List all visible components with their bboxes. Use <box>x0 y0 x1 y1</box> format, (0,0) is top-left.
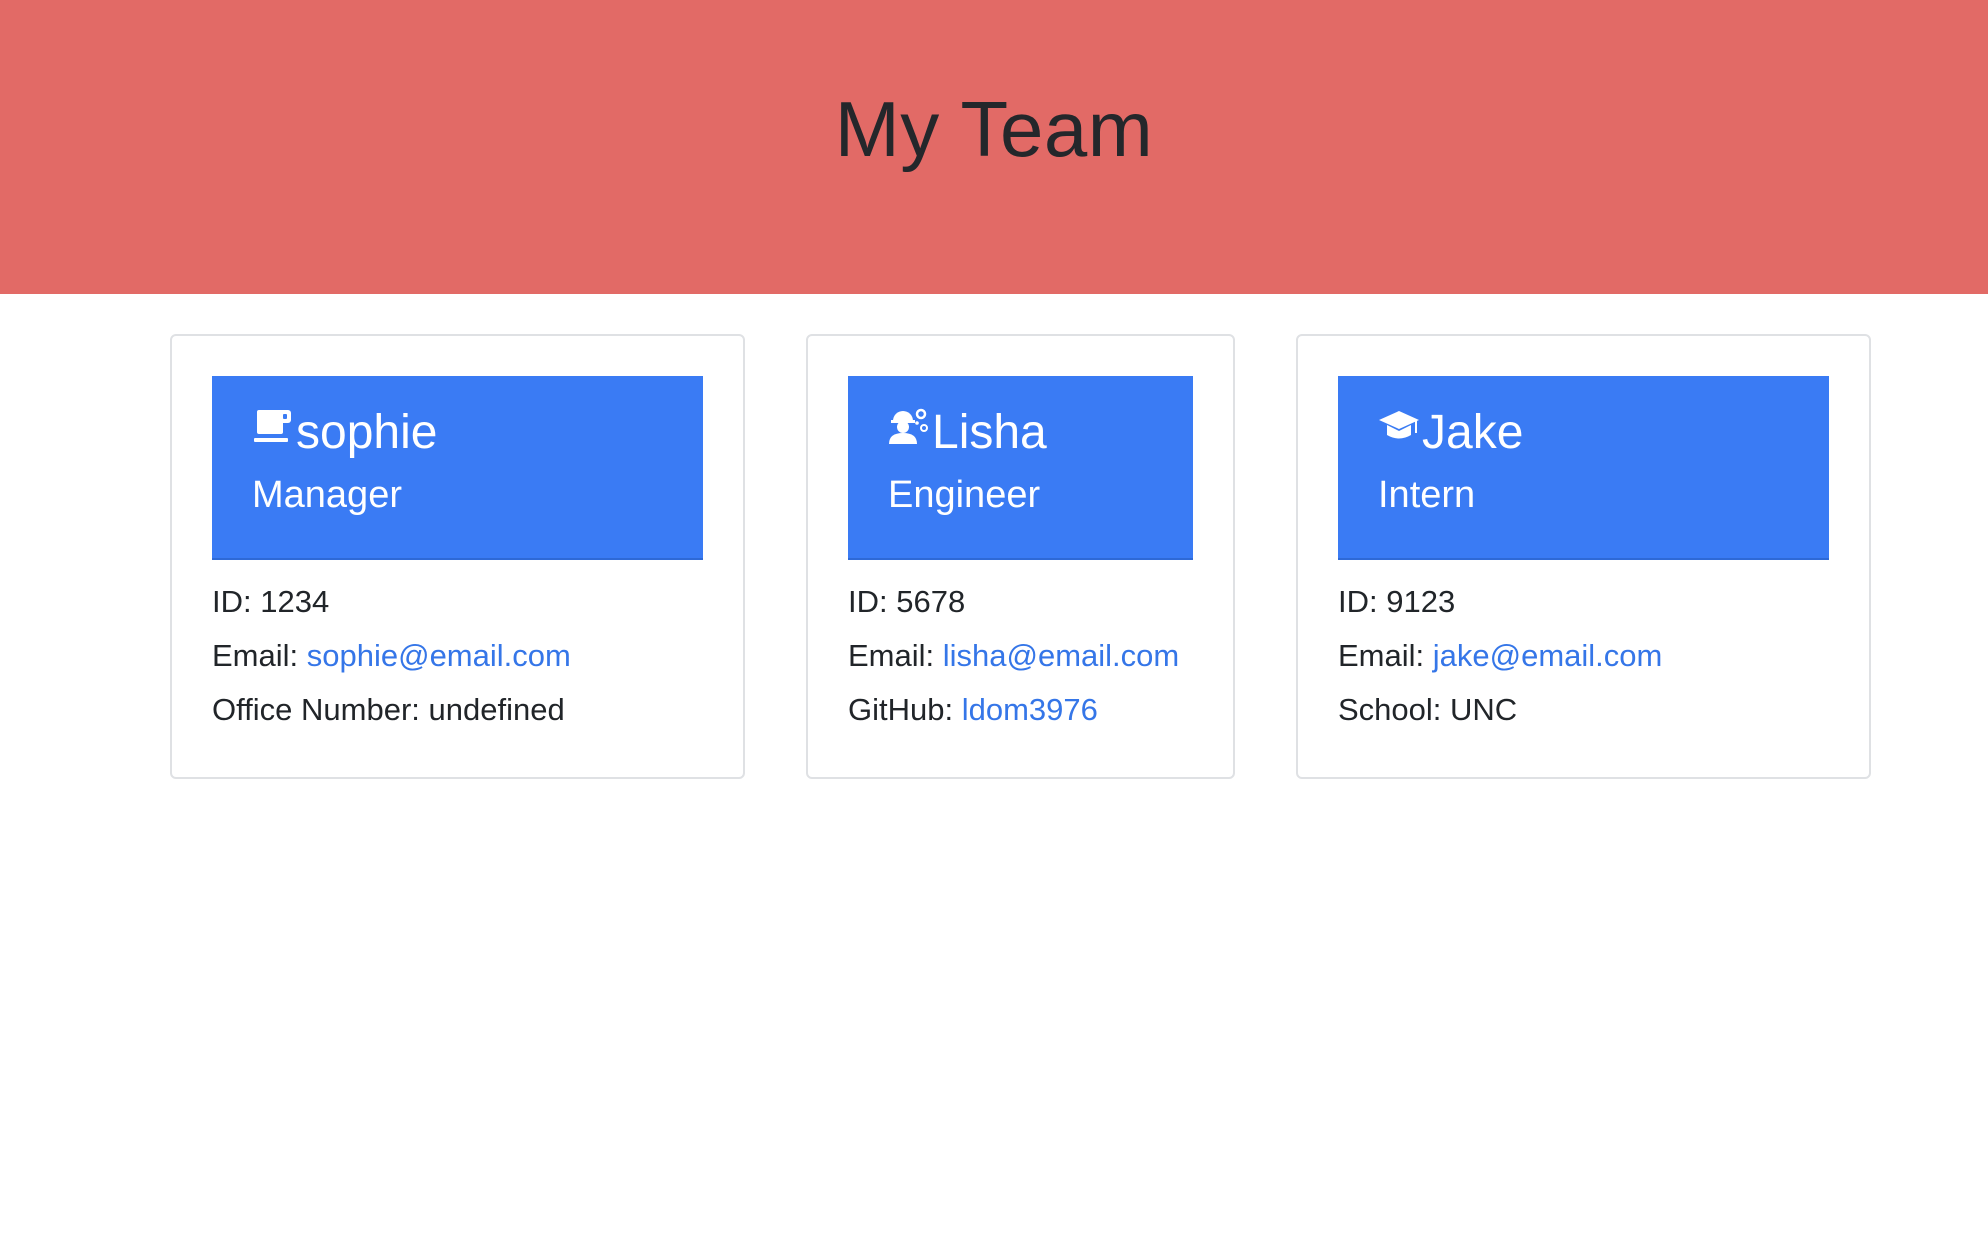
email-field: Email: sophie@email.com <box>212 638 723 692</box>
id-value: 5678 <box>896 584 966 619</box>
email-link[interactable]: lisha@email.com <box>943 638 1179 673</box>
id-field: ID: 5678 <box>848 584 1213 638</box>
card-title: Jake <box>1378 404 1523 462</box>
school-label: School: <box>1338 692 1451 727</box>
page-title: My Team <box>834 85 1154 173</box>
employee-name: Jake <box>1422 406 1524 459</box>
card-header: Lisha Engineer <box>848 376 1193 560</box>
graduation-cap-icon <box>1378 406 1420 448</box>
id-label: ID: <box>212 584 261 619</box>
employee-role: Engineer <box>888 474 1041 516</box>
office-number-field: Office Number: undefined <box>212 692 723 746</box>
id-field: ID: 1234 <box>212 584 723 638</box>
employee-name: Lisha <box>932 406 1047 459</box>
email-field: Email: jake@email.com <box>1338 638 1849 692</box>
email-link[interactable]: sophie@email.com <box>307 638 571 673</box>
github-label: GitHub: <box>848 692 962 727</box>
id-label: ID: <box>848 584 897 619</box>
header-banner: My Team <box>0 0 1988 294</box>
mug-icon <box>252 406 294 448</box>
email-link[interactable]: jake@email.com <box>1433 638 1663 673</box>
school-field: School: UNC <box>1338 692 1849 746</box>
id-label: ID: <box>1338 584 1387 619</box>
id-value: 9123 <box>1386 584 1456 619</box>
office-number-label: Office Number: <box>212 692 429 727</box>
card-body: ID: 5678 Email: lisha@email.com GitHub: … <box>848 584 1213 746</box>
id-value: 1234 <box>260 584 330 619</box>
card-body: ID: 9123 Email: jake@email.com School: U… <box>1338 584 1849 746</box>
engineer-icon <box>888 406 930 448</box>
school-value: UNC <box>1450 692 1518 727</box>
email-label: Email: <box>1338 638 1433 673</box>
employee-card-intern: Jake Intern ID: 9123 Email: jake@email.c… <box>1296 334 1871 779</box>
email-field: Email: lisha@email.com <box>848 638 1213 692</box>
id-field: ID: 9123 <box>1338 584 1849 638</box>
email-label: Email: <box>212 638 307 673</box>
card-title: Lisha <box>888 404 1047 462</box>
card-header: sophie Manager <box>212 376 703 560</box>
employee-card-engineer: Lisha Engineer ID: 5678 Email: lisha@ema… <box>806 334 1235 779</box>
card-body: ID: 1234 Email: sophie@email.com Office … <box>212 584 723 746</box>
employee-role: Manager <box>252 474 402 516</box>
github-link[interactable]: ldom3976 <box>962 692 1098 727</box>
card-title: sophie <box>252 404 437 462</box>
email-label: Email: <box>848 638 943 673</box>
employee-card-manager: sophie Manager ID: 1234 Email: sophie@em… <box>170 334 745 779</box>
card-header: Jake Intern <box>1338 376 1829 560</box>
github-field: GitHub: ldom3976 <box>848 692 1213 746</box>
office-number-value: undefined <box>428 692 565 727</box>
employee-name: sophie <box>296 406 438 459</box>
employee-role: Intern <box>1378 474 1476 516</box>
